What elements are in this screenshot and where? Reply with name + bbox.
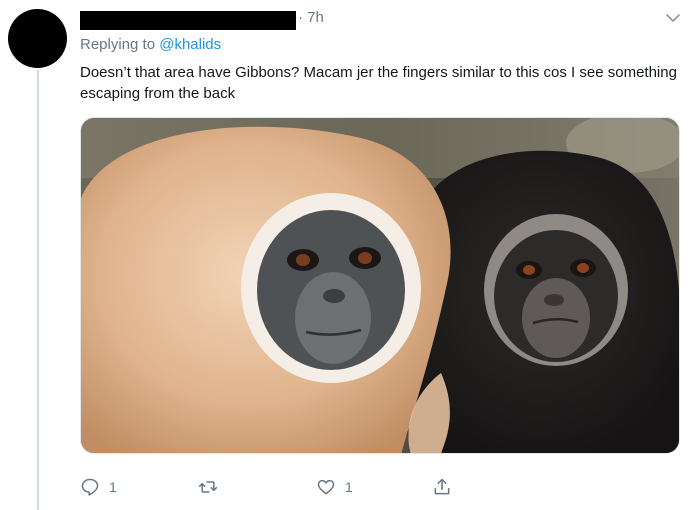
thread-line xyxy=(37,70,39,510)
like-icon xyxy=(316,477,336,497)
retweet-button[interactable] xyxy=(198,476,227,498)
replying-to: Replying to @khalids xyxy=(80,36,221,53)
reply-icon xyxy=(80,477,100,497)
like-button[interactable]: 1 xyxy=(316,476,353,498)
tweet-actions: 1 1 xyxy=(80,476,680,498)
replying-to-label: Replying to xyxy=(80,36,160,53)
chevron-down-icon[interactable] xyxy=(663,8,683,28)
replying-to-handle[interactable]: @khalids xyxy=(159,36,221,53)
tweet-timestamp[interactable]: · 7h xyxy=(298,9,324,26)
like-count: 1 xyxy=(345,479,353,495)
reply-button[interactable]: 1 xyxy=(80,476,117,498)
tweet-photo[interactable] xyxy=(80,117,680,454)
avatar[interactable] xyxy=(8,9,67,68)
redacted-username xyxy=(80,11,296,30)
share-button[interactable] xyxy=(432,476,452,498)
share-icon xyxy=(432,477,452,497)
reply-count: 1 xyxy=(109,479,117,495)
tweet-text: Doesn’t that area have Gibbons? Macam je… xyxy=(80,64,677,102)
retweet-icon xyxy=(198,477,218,497)
